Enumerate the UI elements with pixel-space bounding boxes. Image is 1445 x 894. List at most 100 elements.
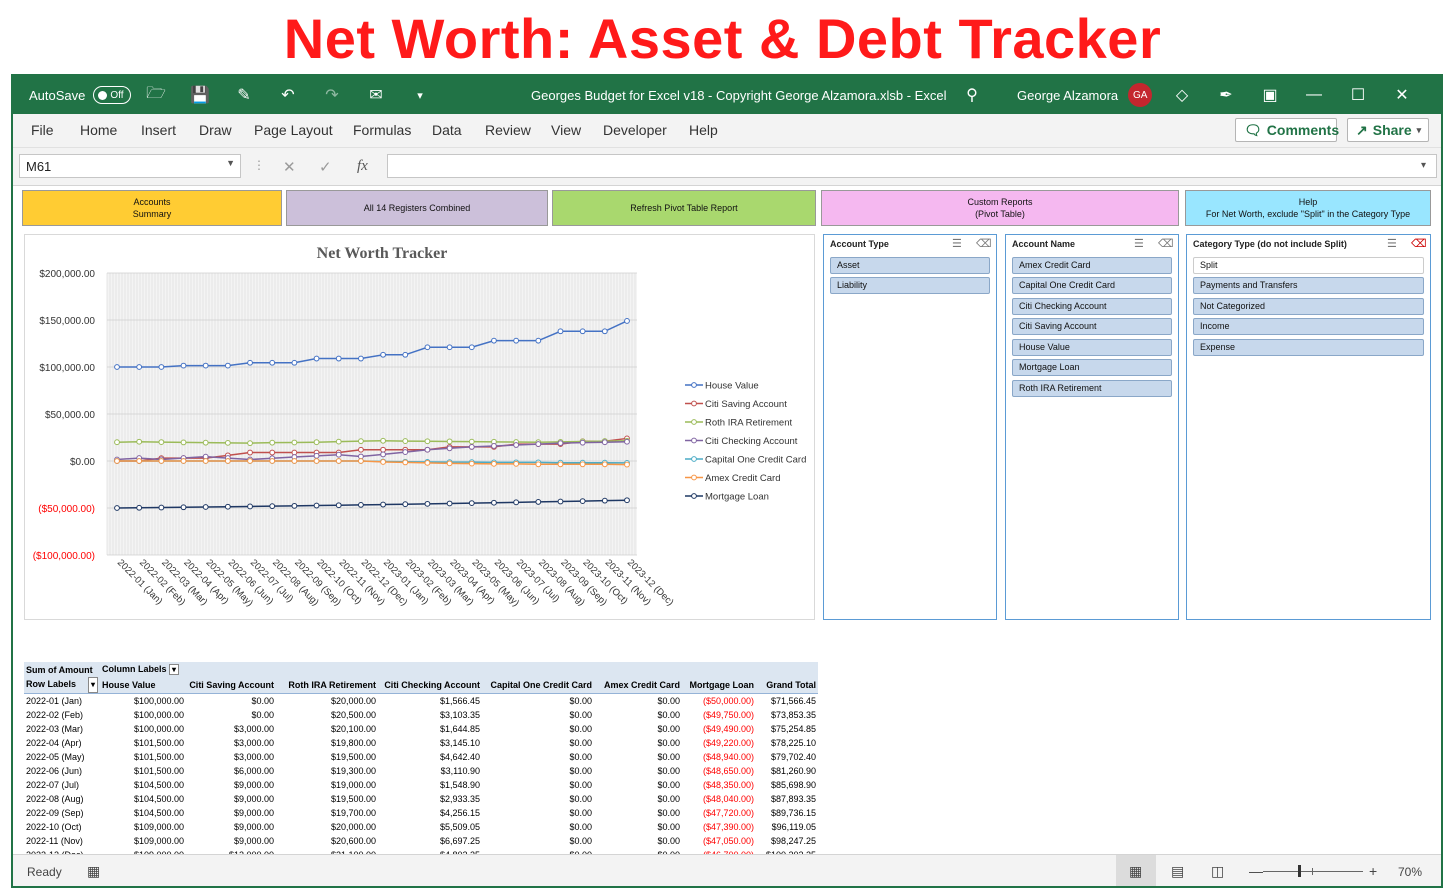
pivot-cell[interactable]: $6,697.25	[378, 834, 482, 848]
slicer-item-roth-ira[interactable]: Roth IRA Retirement	[1012, 380, 1172, 397]
menu-file[interactable]: File	[31, 122, 54, 138]
diamond-icon[interactable]: ◇	[1171, 84, 1193, 106]
save-as-icon[interactable]: ✎	[233, 84, 255, 106]
pivot-column-header[interactable]: Amex Credit Card	[594, 677, 682, 694]
slicer-category-type[interactable]: Category Type (do not include Split) ☰ ⌫…	[1186, 234, 1431, 620]
pivot-cell[interactable]: $101,500.00	[100, 750, 186, 764]
table-row[interactable]: 2022-05 (May) $101,500.00 $3,000.00 $19,500…	[24, 750, 818, 764]
pivot-cell[interactable]: $109,000.00	[100, 820, 186, 834]
pivot-cell[interactable]: ($48,040.00)	[682, 792, 756, 806]
table-row[interactable]: 2022-08 (Aug) $104,500.00 $9,000.00 $19,500…	[24, 792, 818, 806]
pivot-cell[interactable]: $5,509.05	[378, 820, 482, 834]
menu-draw[interactable]: Draw	[199, 122, 232, 138]
refresh-pivot-button[interactable]: Refresh Pivot Table Report	[552, 190, 816, 226]
pivot-row-label[interactable]: 2022-07 (Jul)	[24, 778, 100, 792]
table-row[interactable]: 2022-02 (Feb) $100,000.00 $0.00 $20,500.00 $…	[24, 708, 818, 722]
cancel-icon[interactable]: ✕	[283, 158, 296, 176]
pivot-cell[interactable]: $0.00	[482, 834, 594, 848]
slicer-item-payments[interactable]: Payments and Transfers	[1193, 277, 1424, 294]
pivot-cell[interactable]: $0.00	[594, 806, 682, 820]
pivot-cell[interactable]: $4,256.15	[378, 806, 482, 820]
pivot-cell[interactable]: ($49,490.00)	[682, 722, 756, 736]
accounts-summary-button[interactable]: Accounts Summary	[22, 190, 282, 226]
pivot-cell[interactable]: $1,548.90	[378, 778, 482, 792]
pivot-row-label[interactable]: 2022-01 (Jan)	[24, 694, 100, 709]
pivot-cell[interactable]: $20,000.00	[276, 820, 378, 834]
menu-insert[interactable]: Insert	[141, 122, 176, 138]
filter-dropdown-icon[interactable]: ▾	[87, 677, 98, 693]
pivot-column-header[interactable]: Mortgage Loan	[682, 677, 756, 694]
pivot-cell[interactable]: $0.00	[482, 820, 594, 834]
menu-review[interactable]: Review	[485, 122, 531, 138]
user-name[interactable]: George Alzamora	[1017, 88, 1118, 103]
pen-icon[interactable]: ✒	[1215, 84, 1237, 106]
pivot-cell[interactable]: $0.00	[594, 792, 682, 806]
pivot-cell[interactable]: $9,000.00	[186, 792, 276, 806]
pivot-cell[interactable]: ($48,650.00)	[682, 764, 756, 778]
pivot-cell[interactable]: $3,000.00	[186, 750, 276, 764]
pivot-cell[interactable]: $3,145.10	[378, 736, 482, 750]
page-layout-icon[interactable]: ▤	[1171, 863, 1184, 880]
table-row[interactable]: 2022-06 (Jun) $101,500.00 $6,000.00 $19,300…	[24, 764, 818, 778]
pivot-cell[interactable]: $20,500.00	[276, 708, 378, 722]
custom-reports-button[interactable]: Custom Reports (Pivot Table)	[821, 190, 1179, 226]
table-row[interactable]: 2022-09 (Sep) $104,500.00 $9,000.00 $19,700…	[24, 806, 818, 820]
pivot-cell[interactable]: $3,110.90	[378, 764, 482, 778]
pivot-cell[interactable]: $2,933.35	[378, 792, 482, 806]
pivot-cell[interactable]: $0.00	[594, 820, 682, 834]
pivot-cell[interactable]: $20,000.00	[276, 694, 378, 709]
slicer-item-not-categorized[interactable]: Not Categorized	[1193, 298, 1424, 315]
pivot-cell[interactable]: $96,119.05	[756, 820, 818, 834]
pivot-column-header[interactable]: House Value	[100, 677, 186, 694]
pivot-cell[interactable]: ($47,050.00)	[682, 834, 756, 848]
avatar[interactable]: GA	[1128, 83, 1153, 107]
pivot-row-label[interactable]: 2022-02 (Feb)	[24, 708, 100, 722]
pivot-column-header[interactable]: Grand Total	[756, 677, 819, 694]
menu-developer[interactable]: Developer	[603, 122, 667, 138]
pivot-row-label[interactable]: 2022-11 (Nov)	[24, 834, 100, 848]
help-button[interactable]: Help For Net Worth, exclude "Split" in t…	[1185, 190, 1431, 226]
pivot-column-labels[interactable]: Column Labels ▾	[100, 662, 819, 677]
pivot-row-label[interactable]: 2022-08 (Aug)	[24, 792, 100, 806]
multi-select-icon[interactable]: ☰	[1387, 237, 1397, 250]
menu-help[interactable]: Help	[689, 122, 718, 138]
pivot-cell[interactable]: $0.00	[482, 778, 594, 792]
table-row[interactable]: 2022-03 (Mar) $100,000.00 $3,000.00 $20,100…	[24, 722, 818, 736]
table-row[interactable]: 2022-04 (Apr) $101,500.00 $3,000.00 $19,800…	[24, 736, 818, 750]
pivot-cell[interactable]: $0.00	[594, 708, 682, 722]
net-worth-chart[interactable]: Net Worth Tracker $200,000.00 $150,000.00 $…	[24, 234, 815, 620]
pivot-cell[interactable]: $109,000.00	[100, 834, 186, 848]
table-row[interactable]: 2022-10 (Oct) $109,000.00 $9,000.00 $20,000…	[24, 820, 818, 834]
pivot-cell[interactable]: $19,300.00	[276, 764, 378, 778]
ribbon-display-icon[interactable]: ▣	[1259, 84, 1281, 106]
zoom-in-icon[interactable]: +	[1369, 863, 1377, 879]
pivot-cell[interactable]: $100,000.00	[100, 694, 186, 709]
multi-select-icon[interactable]: ☰	[1134, 237, 1144, 250]
pivot-cell[interactable]: $1,566.45	[378, 694, 482, 709]
pivot-cell[interactable]: $19,700.00	[276, 806, 378, 820]
all-registers-button[interactable]: All 14 Registers Combined	[286, 190, 548, 226]
minimize-icon[interactable]: —	[1303, 84, 1325, 106]
pivot-cell[interactable]: $9,000.00	[186, 778, 276, 792]
pivot-cell[interactable]: $0.00	[482, 694, 594, 709]
zoom-slider[interactable]	[1263, 865, 1363, 877]
pivot-cell[interactable]: $3,000.00	[186, 736, 276, 750]
pivot-cell[interactable]: $9,000.00	[186, 806, 276, 820]
table-row[interactable]: 2022-01 (Jan) $100,000.00 $0.00 $20,000.00 $…	[24, 694, 818, 709]
name-box[interactable]: M61 ▼	[19, 154, 241, 178]
slicer-account-name[interactable]: Account Name ☰ ⌫ Amex Credit Card Capita…	[1005, 234, 1179, 620]
pivot-cell[interactable]: $1,644.85	[378, 722, 482, 736]
autosave-toggle[interactable]: Off	[93, 86, 132, 104]
pivot-row-label[interactable]: 2022-10 (Oct)	[24, 820, 100, 834]
pivot-row-labels[interactable]: Row Labels ▾	[24, 677, 100, 694]
pivot-cell[interactable]: ($49,220.00)	[682, 736, 756, 750]
table-row[interactable]: 2022-07 (Jul) $104,500.00 $9,000.00 $19,000…	[24, 778, 818, 792]
open-folder-icon[interactable]: 🗁	[145, 84, 167, 106]
zoom-slider-thumb[interactable]	[1298, 865, 1301, 877]
table-row[interactable]: 2022-11 (Nov) $109,000.00 $9,000.00 $20,600…	[24, 834, 818, 848]
worksheet[interactable]: Accounts Summary All 14 Registers Combin…	[13, 186, 1441, 854]
pivot-cell[interactable]: ($47,390.00)	[682, 820, 756, 834]
more-options-icon[interactable]: ⋮	[253, 158, 265, 172]
pivot-cell[interactable]: $0.00	[482, 736, 594, 750]
slicer-account-type[interactable]: Account Type ☰ ⌫ Asset Liability	[823, 234, 997, 620]
